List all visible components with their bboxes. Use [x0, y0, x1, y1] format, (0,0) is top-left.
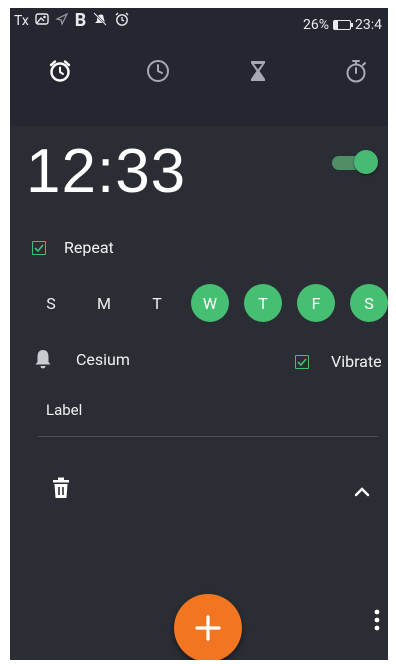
- vibrate-label: Vibrate: [331, 352, 382, 371]
- day-tuesday[interactable]: T: [138, 284, 176, 322]
- status-icons-left: Tx B: [14, 10, 130, 31]
- weekday-selector: S M T W T F S: [32, 284, 388, 322]
- tx-label: Tx: [14, 12, 29, 29]
- alarm-label-field[interactable]: Label: [46, 401, 82, 419]
- day-sunday[interactable]: S: [32, 284, 70, 322]
- alarm-enable-toggle[interactable]: [332, 150, 378, 176]
- more-options-button[interactable]: [374, 609, 380, 631]
- day-saturday[interactable]: S: [350, 284, 388, 322]
- battery-fill: [334, 21, 339, 29]
- tab-stopwatch[interactable]: [340, 58, 372, 90]
- b-label: B: [74, 10, 87, 31]
- battery-icon: [333, 20, 353, 30]
- alarm-time[interactable]: 12:33: [26, 136, 186, 207]
- alarm-clock-icon: [49, 60, 71, 82]
- tab-alarm[interactable]: [44, 58, 76, 90]
- check-icon: [34, 243, 44, 252]
- day-thursday[interactable]: T: [244, 284, 282, 322]
- label-divider: [38, 436, 378, 437]
- clock-icon: [147, 60, 169, 82]
- bluetooth-b-icon: B: [75, 10, 87, 31]
- no-notifications-icon: [92, 11, 108, 31]
- day-monday[interactable]: M: [85, 284, 123, 322]
- chevron-up-icon: [354, 487, 370, 497]
- alarm-card: 12:33 Repeat S M T W T F S Cesium Vibrat…: [10, 126, 388, 660]
- check-icon: [297, 357, 307, 366]
- battery-percent: 26%: [303, 17, 329, 33]
- ringtone-selector[interactable]: Cesium: [34, 348, 130, 370]
- status-bar: Tx B 26% 23:4: [10, 8, 388, 44]
- photo-icon: [35, 12, 49, 30]
- tx-icon: Tx: [14, 13, 29, 29]
- day-wednesday[interactable]: W: [191, 284, 229, 322]
- stopwatch-icon: [346, 60, 366, 83]
- repeat-label: Repeat: [64, 238, 114, 257]
- bell-icon: [35, 350, 51, 369]
- vibrate-row[interactable]: Vibrate: [295, 352, 382, 371]
- phone-screen: Tx B 26% 23:4 12:33 Repeat S M T W T F S…: [10, 8, 388, 660]
- alarm-clock-status-icon: [114, 11, 130, 31]
- add-alarm-button[interactable]: [174, 594, 242, 660]
- delete-alarm-button[interactable]: [52, 476, 70, 500]
- repeat-row[interactable]: Repeat: [32, 238, 114, 257]
- tab-timer[interactable]: [242, 58, 274, 90]
- plus-icon: [195, 615, 221, 641]
- toggle-thumb: [354, 150, 378, 174]
- ringtone-name: Cesium: [76, 349, 130, 369]
- collapse-button[interactable]: [354, 482, 370, 497]
- repeat-checkbox[interactable]: [32, 240, 46, 255]
- status-icons-right: 26% 23:4: [303, 17, 382, 33]
- trash-icon: [53, 477, 69, 498]
- location-arrow-icon: [55, 12, 69, 30]
- vibrate-checkbox[interactable]: [295, 354, 309, 369]
- tab-clock[interactable]: [142, 58, 174, 90]
- status-time: 23:4: [355, 17, 382, 33]
- more-vertical-icon: [374, 609, 380, 631]
- tab-bar: [10, 48, 388, 104]
- hourglass-icon: [251, 61, 265, 81]
- day-friday[interactable]: F: [297, 284, 335, 322]
